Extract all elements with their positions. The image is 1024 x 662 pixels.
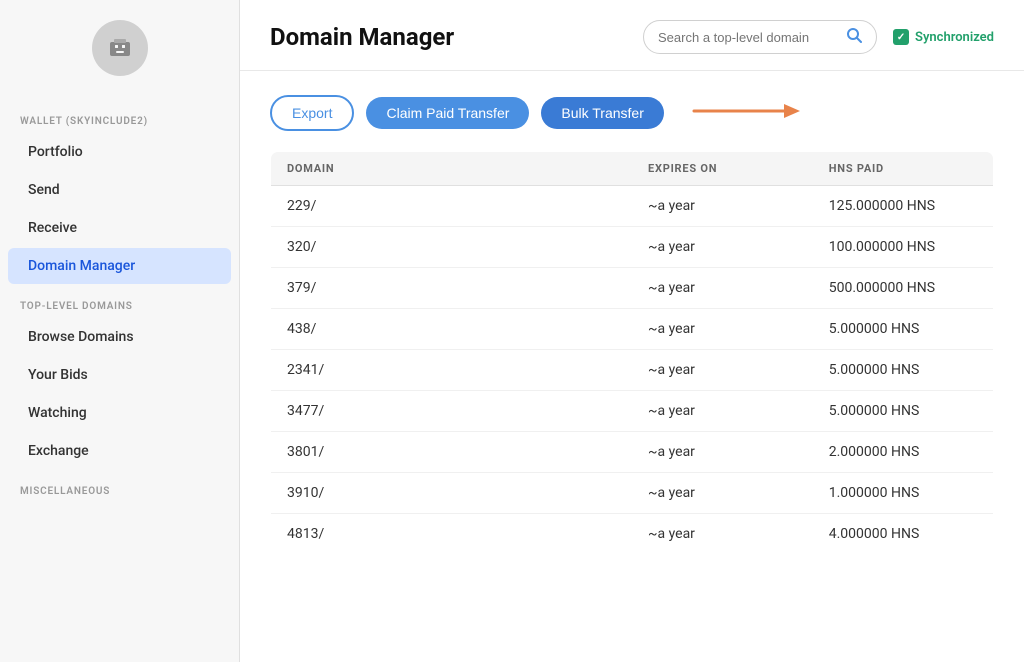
sidebar-item-exchange[interactable]: Exchange <box>8 433 231 469</box>
domain-cell: 4813/ <box>271 514 633 555</box>
search-input[interactable] <box>658 30 838 45</box>
expires-cell: ~a year <box>632 227 813 268</box>
sidebar-item-browse-domains[interactable]: Browse Domains <box>8 319 231 355</box>
search-icon <box>846 27 862 47</box>
table-row: 4813/ ~a year 4.000000 HNS <box>271 514 994 555</box>
arrow-indicator <box>684 97 804 129</box>
hns-cell: 2.000000 HNS <box>813 432 994 473</box>
sidebar-item-receive[interactable]: Receive <box>8 210 231 246</box>
col-header-domain: DOMAIN <box>271 152 633 186</box>
table-header-row: DOMAIN EXPIRES ON HNS PAID <box>271 152 994 186</box>
table-row: 3801/ ~a year 2.000000 HNS <box>271 432 994 473</box>
sidebar-item-label: Browse Domains <box>28 329 134 345</box>
sidebar-item-send[interactable]: Send <box>8 172 231 208</box>
table-row: 320/ ~a year 100.000000 HNS <box>271 227 994 268</box>
sidebar-item-portfolio[interactable]: Portfolio <box>8 134 231 170</box>
page-title: Domain Manager <box>270 23 454 51</box>
table-row: 379/ ~a year 500.000000 HNS <box>271 268 994 309</box>
col-header-expires: EXPIRES ON <box>632 152 813 186</box>
hns-cell: 4.000000 HNS <box>813 514 994 555</box>
hns-cell: 100.000000 HNS <box>813 227 994 268</box>
hns-cell: 5.000000 HNS <box>813 391 994 432</box>
domain-cell: 379/ <box>271 268 633 309</box>
expires-cell: ~a year <box>632 186 813 227</box>
sync-badge: ✓ Synchronized <box>893 29 994 45</box>
main-content: Domain Manager ✓ Synchronized Export Cl <box>240 0 1024 662</box>
sidebar-item-label: Receive <box>28 220 77 236</box>
content-area: Export Claim Paid Transfer Bulk Transfer… <box>240 71 1024 662</box>
hns-cell: 5.000000 HNS <box>813 309 994 350</box>
domain-cell: 3801/ <box>271 432 633 473</box>
domain-cell: 229/ <box>271 186 633 227</box>
search-box[interactable] <box>643 20 877 54</box>
expires-cell: ~a year <box>632 432 813 473</box>
tld-section-label: TOP-LEVEL DOMAINS <box>0 301 239 312</box>
sidebar-item-label: Your Bids <box>28 367 88 383</box>
sidebar-item-label: Send <box>28 182 60 198</box>
expires-cell: ~a year <box>632 268 813 309</box>
expires-cell: ~a year <box>632 350 813 391</box>
sidebar-item-domain-manager[interactable]: Domain Manager <box>8 248 231 284</box>
sidebar-item-your-bids[interactable]: Your Bids <box>8 357 231 393</box>
expires-cell: ~a year <box>632 391 813 432</box>
hns-cell: 1.000000 HNS <box>813 473 994 514</box>
domain-cell: 438/ <box>271 309 633 350</box>
misc-section-label: MISCELLANEOUS <box>0 486 239 497</box>
table-row: 3910/ ~a year 1.000000 HNS <box>271 473 994 514</box>
sidebar: WALLET (SKYINCLUDE2) Portfolio Send Rece… <box>0 0 240 662</box>
sidebar-item-label: Exchange <box>28 443 89 459</box>
domain-cell: 3910/ <box>271 473 633 514</box>
table-row: 229/ ~a year 125.000000 HNS <box>271 186 994 227</box>
sidebar-logo <box>0 20 239 76</box>
hns-cell: 500.000000 HNS <box>813 268 994 309</box>
table-row: 2341/ ~a year 5.000000 HNS <box>271 350 994 391</box>
hns-cell: 5.000000 HNS <box>813 350 994 391</box>
domain-table: DOMAIN EXPIRES ON HNS PAID 229/ ~a year … <box>270 151 994 555</box>
expires-cell: ~a year <box>632 473 813 514</box>
table-row: 3477/ ~a year 5.000000 HNS <box>271 391 994 432</box>
wallet-avatar <box>92 20 148 76</box>
domain-cell: 2341/ <box>271 350 633 391</box>
sidebar-item-label: Portfolio <box>28 144 83 160</box>
table-row: 438/ ~a year 5.000000 HNS <box>271 309 994 350</box>
sidebar-item-label: Watching <box>28 405 87 421</box>
domain-cell: 320/ <box>271 227 633 268</box>
expires-cell: ~a year <box>632 309 813 350</box>
sidebar-item-label: Domain Manager <box>28 258 135 274</box>
header-right: ✓ Synchronized <box>643 20 994 54</box>
sync-check-icon: ✓ <box>893 29 909 45</box>
bulk-transfer-button[interactable]: Bulk Transfer <box>541 97 663 129</box>
export-button[interactable]: Export <box>270 95 354 131</box>
claim-paid-transfer-button[interactable]: Claim Paid Transfer <box>366 97 529 129</box>
toolbar: Export Claim Paid Transfer Bulk Transfer <box>270 95 994 131</box>
domain-cell: 3477/ <box>271 391 633 432</box>
col-header-hns: HNS PAID <box>813 152 994 186</box>
main-header: Domain Manager ✓ Synchronized <box>240 0 1024 71</box>
hns-cell: 125.000000 HNS <box>813 186 994 227</box>
sidebar-item-watching[interactable]: Watching <box>8 395 231 431</box>
expires-cell: ~a year <box>632 514 813 555</box>
sync-label: Synchronized <box>915 30 994 45</box>
wallet-section-label: WALLET (SKYINCLUDE2) <box>0 116 239 127</box>
